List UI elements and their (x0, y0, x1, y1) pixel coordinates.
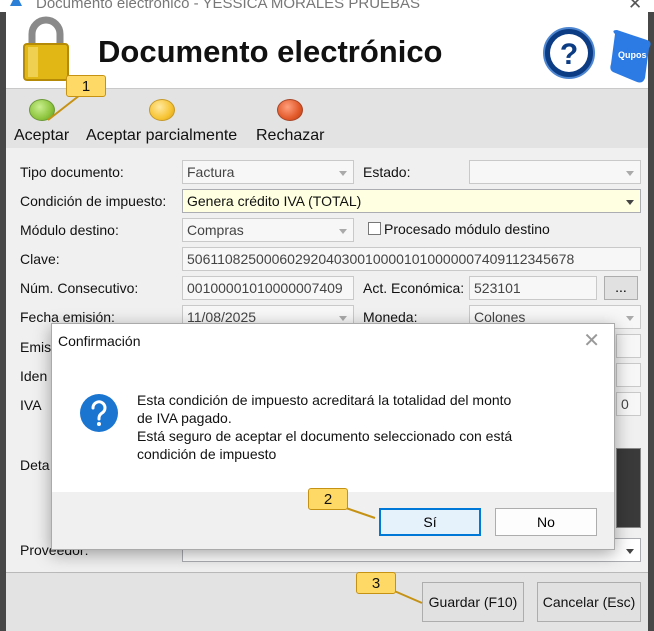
window-titlebar: Documento electrónico - YESSICA MORALES … (0, 0, 654, 12)
identification-label: Iden (20, 368, 48, 384)
target-module-label: Módulo destino: (20, 222, 119, 238)
close-icon[interactable]: ✕ (583, 328, 600, 353)
accept-button[interactable]: Aceptar (14, 99, 69, 145)
key-label: Clave: (20, 251, 60, 267)
target-module-select[interactable]: Compras (182, 218, 354, 242)
red-light-icon (277, 99, 304, 121)
accept-partial-button[interactable]: Aceptar parcialmente (86, 99, 237, 145)
status-select[interactable] (469, 160, 641, 184)
processed-label: Procesado módulo destino (384, 221, 550, 237)
message-line: condición de impuesto (137, 446, 277, 462)
cancel-button[interactable]: Cancelar (Esc) (537, 582, 641, 622)
callout-2: 2 (308, 488, 348, 510)
dialog-titlebar: Confirmación ✕ (52, 324, 614, 359)
question-icon (80, 394, 118, 432)
issuer-label: Emis (20, 339, 52, 355)
activity-browse-button[interactable]: ... (604, 276, 638, 300)
help-icon[interactable]: ? (542, 26, 596, 80)
yes-button[interactable]: Sí (379, 508, 481, 536)
processed-checkbox[interactable] (368, 222, 381, 235)
message-line: Está seguro de aceptar el documento sele… (137, 428, 513, 444)
qupos-logo-text: Qupos (618, 50, 647, 60)
toolbar: Aceptar Aceptar parcialmente Rechazar (6, 88, 648, 148)
status-label: Estado: (363, 164, 411, 180)
callout-1: 1 (66, 75, 106, 97)
callout-3: 3 (356, 572, 396, 594)
window-title: Documento electrónico - YESSICA MORALES … (36, 0, 421, 12)
app-icon (10, 0, 22, 6)
dialog-message: Esta condición de impuesto acreditará la… (137, 391, 587, 463)
dialog-body: Esta condición de impuesto acreditará la… (52, 359, 614, 492)
save-button[interactable]: Guardar (F10) (422, 582, 524, 622)
consecutive-label: Núm. Consecutivo: (20, 280, 139, 296)
page-title: Documento electrónico (98, 34, 443, 69)
issuer-field[interactable] (616, 334, 641, 358)
doc-type-label: Tipo documento: (20, 164, 124, 180)
key-field[interactable]: 5061108250006029204030010000101000000740… (182, 247, 641, 271)
lock-icon (23, 16, 69, 81)
tax-condition-select[interactable]: Genera crédito IVA (TOTAL) (182, 189, 641, 213)
consecutive-field[interactable]: 00100001010000007409 (182, 276, 354, 300)
accept-label: Aceptar (14, 127, 70, 144)
footer-bar: Guardar (F10) Cancelar (Esc) (6, 572, 648, 631)
window-frame-right (648, 88, 654, 631)
message-line: Esta condición de impuesto acreditará la… (137, 392, 512, 408)
doc-type-select[interactable]: Factura (182, 160, 354, 184)
activity-label: Act. Económica: (363, 280, 465, 296)
identification-field[interactable] (616, 363, 641, 387)
tax-condition-label: Condición de impuesto: (20, 193, 167, 209)
vat-label: IVA (20, 397, 42, 413)
close-window-icon[interactable]: ✕ (628, 0, 642, 12)
vat-field[interactable]: 0 (616, 392, 641, 416)
green-light-icon (28, 99, 55, 121)
no-button[interactable]: No (495, 508, 597, 536)
message-line: de IVA pagado. (137, 410, 232, 426)
accept-partial-label: Aceptar parcialmente (86, 127, 238, 144)
yellow-light-icon (148, 99, 175, 121)
detail-area[interactable] (616, 448, 641, 528)
help-glyph: ? (560, 38, 578, 71)
detail-label: Deta (20, 457, 50, 473)
activity-field[interactable]: 523101 (469, 276, 597, 300)
dialog-title: Confirmación (58, 333, 141, 349)
confirmation-dialog: Confirmación ✕ Esta condición de impuest… (51, 323, 615, 550)
reject-button[interactable]: Rechazar (256, 99, 324, 145)
reject-label: Rechazar (256, 127, 325, 144)
